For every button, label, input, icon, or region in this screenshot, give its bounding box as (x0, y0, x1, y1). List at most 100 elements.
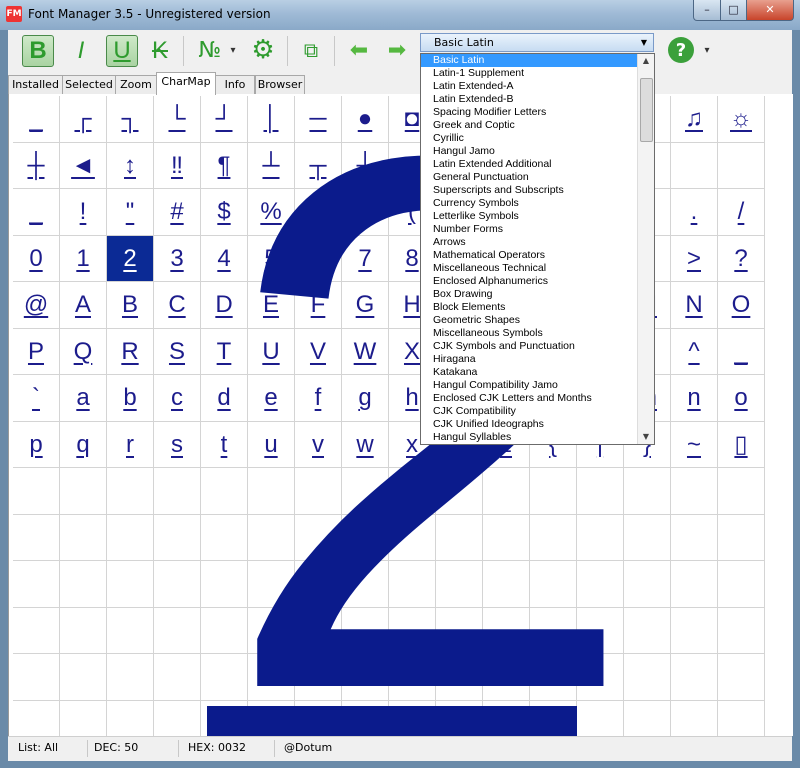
char-cell[interactable] (577, 700, 624, 736)
help-icon[interactable]: ? (668, 37, 694, 63)
char-cell[interactable]: 0 (13, 235, 60, 282)
char-cell[interactable]: 2 (107, 235, 154, 282)
char-cell[interactable]: w (342, 421, 389, 468)
char-cell[interactable]: Q (60, 328, 107, 375)
char-cell[interactable] (295, 514, 342, 561)
underline-button[interactable]: U (106, 35, 138, 67)
char-cell[interactable] (483, 561, 530, 608)
char-cell[interactable] (577, 607, 624, 654)
char-cell[interactable] (624, 654, 671, 701)
char-cell[interactable] (248, 468, 295, 515)
char-cell[interactable] (342, 514, 389, 561)
dropdown-scrollbar[interactable]: ▲ ▼ (637, 54, 654, 444)
char-cell[interactable]: _ (718, 328, 765, 375)
char-cell[interactable]: ┐ (107, 96, 154, 143)
char-cell[interactable]: v (295, 421, 342, 468)
char-cell[interactable]: W (342, 328, 389, 375)
char-cell[interactable] (624, 514, 671, 561)
tab-installed[interactable]: Installed (8, 75, 63, 94)
char-cell[interactable] (201, 468, 248, 515)
chevron-down-icon[interactable]: ▼ (637, 36, 651, 49)
char-cell[interactable] (671, 561, 718, 608)
dropdown-option[interactable]: Basic Latin (421, 54, 639, 67)
next-arrow-icon[interactable]: ➡ (380, 35, 414, 65)
char-cell[interactable] (436, 514, 483, 561)
char-cell[interactable] (248, 561, 295, 608)
char-cell[interactable] (436, 468, 483, 515)
char-cell[interactable] (107, 561, 154, 608)
char-cell[interactable] (436, 561, 483, 608)
char-cell[interactable] (154, 607, 201, 654)
char-cell[interactable] (107, 468, 154, 515)
char-cell[interactable] (295, 561, 342, 608)
gear-icon[interactable]: ⚙ (248, 35, 278, 65)
char-cell[interactable] (154, 514, 201, 561)
char-cell[interactable] (248, 514, 295, 561)
dropdown-option[interactable]: Arrows (421, 236, 639, 249)
char-cell[interactable] (389, 561, 436, 608)
char-cell[interactable] (201, 654, 248, 701)
char-cell[interactable] (577, 468, 624, 515)
char-cell[interactable] (154, 468, 201, 515)
char-cell[interactable] (342, 561, 389, 608)
char-cell[interactable] (718, 142, 765, 189)
char-cell[interactable]: p (13, 421, 60, 468)
tab-selected[interactable]: Selected (62, 75, 116, 94)
char-cell[interactable]: _ (13, 96, 60, 143)
char-cell[interactable]: > (671, 235, 718, 282)
char-cell[interactable]: 7 (342, 235, 389, 282)
dropdown-option[interactable]: CJK Unified Ideographs (421, 418, 639, 431)
char-cell[interactable] (295, 468, 342, 515)
char-cell[interactable] (342, 468, 389, 515)
char-cell[interactable]: f (295, 375, 342, 422)
char-cell[interactable] (436, 654, 483, 701)
char-cell[interactable]: % (248, 189, 295, 236)
char-cell[interactable] (107, 607, 154, 654)
char-cell[interactable]: ┘ (201, 96, 248, 143)
char-cell[interactable] (13, 654, 60, 701)
char-cell[interactable]: c (154, 375, 201, 422)
char-cell[interactable]: └ (154, 96, 201, 143)
char-cell[interactable] (577, 561, 624, 608)
char-cell[interactable] (107, 514, 154, 561)
char-cell[interactable] (671, 700, 718, 736)
char-cell[interactable] (107, 700, 154, 736)
char-cell[interactable] (13, 514, 60, 561)
char-cell[interactable]: ~ (671, 421, 718, 468)
dropdown-option[interactable]: Latin Extended-A (421, 80, 639, 93)
dropdown-option[interactable]: Number Forms (421, 223, 639, 236)
char-cell[interactable] (718, 700, 765, 736)
char-cell[interactable]: ' (342, 189, 389, 236)
char-cell[interactable]: T (201, 328, 248, 375)
char-cell[interactable] (201, 514, 248, 561)
char-cell[interactable] (154, 700, 201, 736)
dropdown-option[interactable]: Hangul Jamo (421, 145, 639, 158)
char-cell[interactable]: P (13, 328, 60, 375)
char-cell[interactable] (154, 654, 201, 701)
dropdown-option[interactable]: Enclosed CJK Letters and Months (421, 392, 639, 405)
dropdown-option[interactable]: CJK Compatibility (421, 405, 639, 418)
unicode-block-dropdown[interactable]: Basic Latin Latin-1 Supplement Latin Exten… (420, 53, 655, 445)
char-cell[interactable]: s (154, 421, 201, 468)
char-cell[interactable]: ◄ (60, 142, 107, 189)
dropdown-option[interactable]: CJK Symbols and Punctuation (421, 340, 639, 353)
char-cell[interactable] (13, 607, 60, 654)
dropdown-option[interactable]: Enclosed Alphanumerics (421, 275, 639, 288)
char-cell[interactable] (483, 468, 530, 515)
char-cell[interactable] (530, 607, 577, 654)
char-cell[interactable]: A (60, 282, 107, 329)
dropdown-option[interactable]: Latin Extended-B (421, 93, 639, 106)
char-cell[interactable] (154, 561, 201, 608)
char-cell[interactable] (60, 654, 107, 701)
char-cell[interactable]: ☼ (718, 96, 765, 143)
char-cell[interactable]: 4 (201, 235, 248, 282)
char-cell[interactable] (718, 468, 765, 515)
char-cell[interactable]: ^ (671, 328, 718, 375)
char-cell[interactable]: ▯ (718, 421, 765, 468)
dropdown-option[interactable]: Miscellaneous Technical (421, 262, 639, 275)
char-cell[interactable]: ─ (295, 96, 342, 143)
char-cell[interactable]: e (248, 375, 295, 422)
minimize-button[interactable]: – (693, 0, 721, 21)
char-cell[interactable]: │ (248, 96, 295, 143)
char-cell[interactable] (577, 514, 624, 561)
